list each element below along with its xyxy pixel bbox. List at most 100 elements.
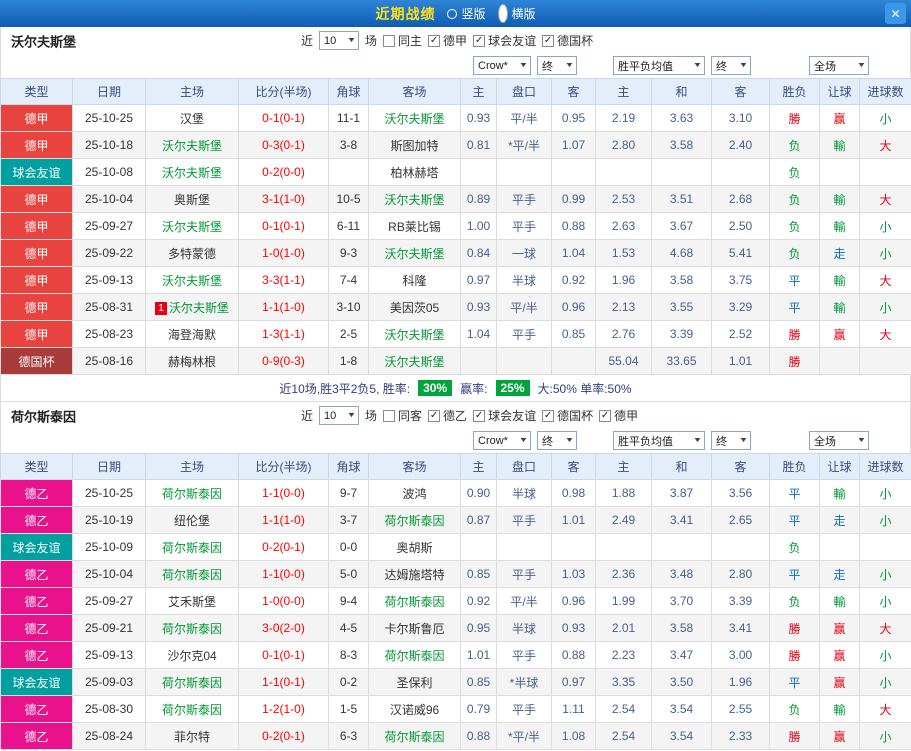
home-team-name: 荷尔斯泰因: [161, 675, 222, 690]
filter-checkbox[interactable]: ✓ 球会友谊: [473, 407, 536, 424]
league-cell: 德甲: [0, 212, 73, 240]
odds-home-cell: 0.85: [460, 668, 497, 696]
filter-checkbox[interactable]: 同主: [383, 32, 422, 49]
away-team-cell: 沃尔夫斯堡: [368, 104, 461, 132]
league-cell: 德甲: [0, 266, 73, 294]
odds-home-cell: 0.79: [460, 695, 497, 723]
filter-checkbox[interactable]: ✓ 德乙: [428, 407, 467, 424]
chevron-down-icon: ▼: [564, 437, 575, 444]
home-team-name: 荷尔斯泰因: [161, 621, 222, 636]
odds-away-cell: 1.04: [551, 239, 596, 267]
odds-home-cell: 0.81: [460, 131, 497, 159]
avg-draw-cell: 3.55: [651, 293, 712, 321]
handicap-result-cell: 赢: [819, 614, 860, 642]
goals-cell: [859, 158, 911, 186]
match-row: 德乙 25-09-21 荷尔斯泰因 3-0(2-0) 4-5 卡尔斯鲁厄 0.95 半球 0.9…: [0, 614, 911, 642]
avg-away-cell: 3.39: [711, 587, 770, 615]
match-row: 德甲 25-10-04 奥斯堡 3-1(1-0) 10-5 沃尔夫斯堡 0.89 平手 0.99…: [0, 185, 911, 213]
column-header: 客: [551, 78, 596, 105]
away-team-name: 荷尔斯泰因: [384, 729, 445, 744]
away-team-cell: 美因茨05: [368, 293, 461, 321]
home-team-name: 荷尔斯泰因: [161, 567, 222, 582]
away-team-cell: RB莱比锡: [368, 212, 461, 240]
handicap-rate-badge: 25%: [495, 380, 530, 396]
avg-away-cell: 2.50: [711, 212, 770, 240]
home-team-cell: 菲尔特: [145, 722, 239, 750]
away-team-name: 荷尔斯泰因: [384, 594, 445, 609]
date-cell: 25-08-24: [72, 722, 146, 750]
avg-away-cell: 3.00: [711, 641, 770, 669]
filter-checkbox[interactable]: 同客: [383, 407, 422, 424]
away-team-cell: 卡尔斯鲁厄: [368, 614, 461, 642]
goals-cell: 小: [859, 722, 911, 750]
chevron-down-icon: ▼: [856, 437, 867, 444]
date-cell: 25-10-04: [72, 560, 146, 588]
league-cell: 德乙: [0, 641, 73, 669]
avg-home-cell: 2.63: [595, 212, 652, 240]
result-cell: 平: [769, 266, 820, 294]
avg-home-cell: 1.96: [595, 266, 652, 294]
goals-cell: [859, 347, 911, 375]
scope-select[interactable]: 全场 ▼: [809, 431, 869, 450]
handicap-result-cell: 輸: [819, 587, 860, 615]
filter-checkbox[interactable]: ✓ 球会友谊: [473, 32, 536, 49]
avg-final-select[interactable]: 终 ▼: [711, 431, 751, 450]
avg-type-select[interactable]: 胜平负均值 ▼: [613, 56, 705, 75]
away-team-cell: 沃尔夫斯堡: [368, 347, 461, 375]
score-cell: 0-9(0-3): [238, 347, 329, 375]
match-row: 德乙 25-10-19 纽伦堡 1-1(1-0) 3-7 荷尔斯泰因 0.87 平手 1.01 2…: [0, 506, 911, 534]
match-row: 德乙 25-08-24 菲尔特 0-2(0-1) 6-3 荷尔斯泰因 0.88 *平/半 1.0…: [0, 722, 911, 750]
result-cell: 勝: [769, 320, 820, 348]
filter-checkbox[interactable]: ✓ 德国杯: [542, 32, 593, 49]
away-team-name: 圣保利: [396, 675, 433, 690]
layout-option-label: 竖版: [461, 7, 486, 21]
handicap-result-cell: 輸: [819, 266, 860, 294]
checkbox-icon: ✓: [428, 34, 441, 47]
scope-select[interactable]: 全场 ▼: [809, 56, 869, 75]
score-cell: 3-0(2-0): [238, 614, 329, 642]
bookmaker-select[interactable]: Crow* ▼: [473, 56, 531, 75]
layout-option-horizontal[interactable]: 横版: [497, 4, 536, 23]
result-cell: 平: [769, 560, 820, 588]
date-cell: 25-10-09: [72, 533, 146, 561]
layout-option-vertical[interactable]: 竖版: [447, 5, 486, 22]
odds-final-select[interactable]: 终 ▼: [537, 56, 577, 75]
home-team-name: 沃尔夫斯堡: [161, 219, 222, 234]
avg-away-cell: 2.52: [711, 320, 770, 348]
filter-checkbox[interactable]: ✓ 德国杯: [542, 407, 593, 424]
filter-label: 德甲: [443, 34, 468, 48]
home-team-cell: 1 沃尔夫斯堡: [145, 293, 239, 321]
rank-badge: 1: [154, 301, 167, 315]
away-team-name: 荷尔斯泰因: [384, 648, 445, 663]
away-team-cell: 沃尔夫斯堡: [368, 239, 461, 267]
column-header: 客场: [368, 453, 461, 480]
matches-table: 类型 日期 主场 比分(半场) 角球 客场主盘口客主和客胜负 让球 进球数 德甲 25-10-25…: [0, 78, 911, 375]
goals-cell: 小: [859, 560, 911, 588]
match-count-select[interactable]: 10 ▼: [319, 406, 360, 425]
date-cell: 25-10-19: [72, 506, 146, 534]
handicap-result-cell: [819, 533, 860, 561]
handicap-cell: 平手: [496, 506, 552, 534]
bookmaker-select[interactable]: Crow* ▼: [473, 431, 531, 450]
avg-draw-cell: [651, 533, 712, 561]
odds-home-cell: 0.85: [460, 560, 497, 588]
odds-final-select[interactable]: 终 ▼: [537, 431, 577, 450]
handicap-cell: 半球: [496, 479, 552, 507]
filter-checkbox[interactable]: ✓ 德甲: [599, 407, 638, 424]
score-cell: 0-1(0-1): [238, 641, 329, 669]
avg-final-select[interactable]: 终 ▼: [711, 56, 751, 75]
result-cell: 平: [769, 293, 820, 321]
goals-cell: 小: [859, 506, 911, 534]
odds-away-cell: 0.98: [551, 479, 596, 507]
home-team-cell: 汉堡: [145, 104, 239, 132]
corners-cell: 7-4: [328, 266, 369, 294]
avg-home-cell: 3.35: [595, 668, 652, 696]
home-team-cell: 沃尔夫斯堡: [145, 266, 239, 294]
away-team-cell: 波鸿: [368, 479, 461, 507]
odds-home-cell: 0.84: [460, 239, 497, 267]
match-count-select[interactable]: 10 ▼: [319, 31, 360, 50]
close-button[interactable]: ✕: [885, 3, 906, 24]
column-header: 让球: [819, 78, 860, 105]
avg-type-select[interactable]: 胜平负均值 ▼: [613, 431, 705, 450]
filter-checkbox[interactable]: ✓ 德甲: [428, 32, 467, 49]
